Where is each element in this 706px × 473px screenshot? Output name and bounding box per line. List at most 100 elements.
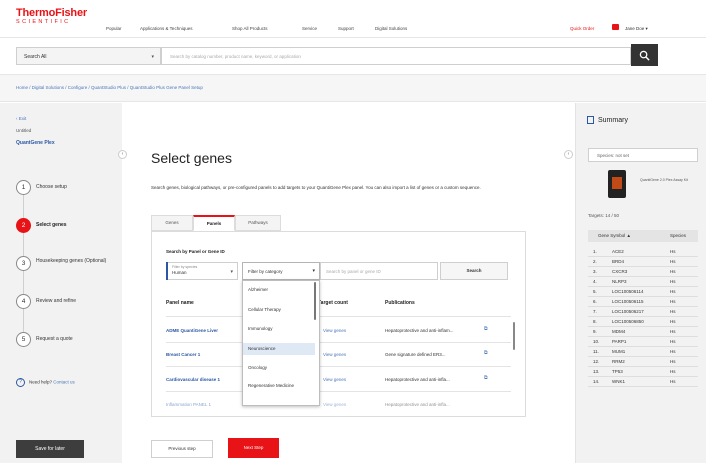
summary-title: Summary	[587, 116, 628, 124]
step-3-marker[interactable]: 3	[16, 256, 31, 271]
dropdown-option-oncology[interactable]: Oncology	[243, 365, 315, 371]
panel-search-label: Search by Panel or Gene ID	[166, 249, 225, 254]
previous-step-button[interactable]: Previous step	[151, 440, 213, 458]
step-4-label[interactable]: Review and refine	[36, 298, 116, 305]
dropdown-option-cellular-therapy[interactable]: Cellular Therapy	[243, 307, 315, 313]
step-5-label[interactable]: Request a quote	[36, 336, 116, 343]
tab-panels[interactable]: Panels	[193, 215, 235, 231]
dropdown-option-alzheimer[interactable]: Alzheimer	[243, 287, 315, 293]
publication-text: Gene signature defined ER3...	[385, 352, 446, 357]
gene-row-index: 5.	[593, 289, 597, 294]
dropdown-option-neuroscience[interactable]: Neuroscience	[243, 343, 315, 355]
nav-service[interactable]: Service	[302, 26, 317, 31]
category-filter-label: Filter by category	[248, 269, 283, 274]
panel-gene-search-input[interactable]: Search by panel or gene ID	[320, 262, 438, 280]
row-divider	[588, 256, 698, 257]
step-2-label[interactable]: Select genes	[36, 222, 116, 229]
gene-row-index: 13.	[593, 369, 600, 374]
top-navigation-bar	[0, 0, 706, 38]
step-4-marker[interactable]: 4	[16, 294, 31, 309]
gene-row-species: Hs	[670, 309, 676, 314]
next-step-button[interactable]: Next Step	[228, 438, 279, 458]
gene-row-index: 8.	[593, 319, 597, 324]
search-button[interactable]	[631, 44, 658, 66]
summary-table-header: Gene Symbol ▲ Species	[588, 230, 698, 242]
gene-row-index: 3.	[593, 269, 597, 274]
publication-text: Hepatoprotective and anti-inflam...	[385, 328, 454, 333]
step-1-label[interactable]: Choose setup	[36, 184, 116, 191]
nav-support[interactable]: Support	[338, 26, 354, 31]
category-filter-select[interactable]: Filter by category ▾	[242, 262, 320, 280]
category-dropdown-menu: Alzheimer Cellular Therapy Immunology Ne…	[242, 280, 320, 406]
step-2-marker[interactable]: 2	[16, 218, 31, 233]
gene-row-symbol: RRM2	[612, 359, 625, 364]
nav-applications[interactable]: Applications & Techniques	[140, 26, 192, 31]
panel-search-button[interactable]: Search	[440, 262, 508, 280]
panel-name-link[interactable]: Cardiovascular disease 1	[166, 377, 220, 382]
tab-pathways[interactable]: Pathways	[235, 215, 281, 231]
dropdown-scrollbar[interactable]	[314, 282, 316, 320]
collapse-summary-toggle[interactable]: ‹	[564, 150, 573, 159]
species-select[interactable]: Filter by species Human ▾	[166, 262, 238, 280]
gene-row-species: Hs	[670, 259, 676, 264]
logo-subtitle: SCIENTIFIC	[16, 19, 71, 25]
gene-row-species: Hs	[670, 329, 676, 334]
nav-shop-all[interactable]: Shop All Products	[232, 26, 268, 31]
publication-text: Hepatoprotective and anti-infla...	[385, 377, 450, 382]
step-1-marker[interactable]: 1	[16, 180, 31, 195]
help-text: Need help?	[29, 379, 53, 385]
collapse-sidebar-toggle[interactable]: ‹	[118, 150, 127, 159]
table-scrollbar[interactable]	[513, 322, 515, 350]
row-divider	[588, 326, 698, 327]
summary-species-select[interactable]: Species: not set	[588, 148, 698, 162]
row-divider	[588, 276, 698, 277]
document-icon	[587, 116, 594, 124]
row-divider	[588, 286, 698, 287]
steps-sidebar	[0, 103, 122, 463]
save-for-later-button[interactable]: Save for later	[16, 440, 84, 458]
row-divider	[588, 356, 698, 357]
column-header-panel-name[interactable]: Panel name	[166, 300, 194, 306]
external-link-icon[interactable]: ⧉	[484, 326, 488, 332]
breadcrumb[interactable]: Home / Digital Solutions / Configure / Q…	[0, 74, 706, 102]
dropdown-option-immunology[interactable]: Immunology	[243, 326, 315, 332]
user-name: Jane Doe	[625, 26, 645, 31]
site-search-input[interactable]: Search by catalog number, product name, …	[161, 47, 631, 65]
view-genes-link[interactable]: View genes	[323, 377, 346, 382]
nav-popular[interactable]: Popular	[106, 26, 122, 31]
column-header-target-count[interactable]: Target count	[318, 300, 348, 306]
row-divider	[588, 306, 698, 307]
gene-row-symbol: MDM4	[612, 329, 626, 334]
search-scope-value: Search All	[24, 54, 47, 60]
external-link-icon[interactable]: ⧉	[484, 375, 488, 381]
column-header-gene-symbol[interactable]: Gene Symbol ▲	[598, 233, 631, 238]
panel-name-link[interactable]: ADME QuantiGene Liver	[166, 328, 218, 333]
user-menu[interactable]: Jane Doe ▾	[625, 26, 648, 32]
view-genes-link[interactable]: View genes	[323, 352, 346, 357]
gene-row-species: Hs	[670, 249, 676, 254]
column-header-species[interactable]: Species	[670, 233, 686, 238]
nav-digital-solutions[interactable]: Digital Solutions	[375, 26, 407, 31]
quick-order-link[interactable]: Quick Order	[570, 26, 594, 31]
gene-row-symbol: NLRP3	[612, 279, 627, 284]
step-3-label[interactable]: Housekeeping genes (Optional)	[36, 258, 108, 265]
contact-us-link[interactable]: Contact us	[53, 380, 75, 385]
external-link-icon[interactable]: ⧉	[484, 350, 488, 356]
view-genes-link[interactable]: View genes	[323, 328, 346, 333]
tab-genes[interactable]: Genes	[151, 215, 193, 231]
exit-link[interactable]: ‹ Exit	[16, 116, 26, 121]
row-divider	[588, 376, 698, 377]
step-5-marker[interactable]: 5	[16, 332, 31, 347]
gene-row-index: 12.	[593, 359, 600, 364]
thermofisher-logo[interactable]: ThermoFisher SCIENTIFIC	[16, 8, 87, 26]
summary-title-text: Summary	[598, 116, 628, 124]
view-genes-link[interactable]: View genes	[323, 402, 346, 407]
panel-name-link[interactable]: Breast Cancer 1	[166, 352, 200, 357]
search-scope-select[interactable]: Search All ▾	[16, 47, 161, 65]
dropdown-option-regenerative-medicine[interactable]: Regenerative Medicine	[243, 383, 315, 389]
cart-icon[interactable]	[612, 24, 619, 30]
panel-name-link[interactable]: Inflammation PANEL 1	[166, 402, 211, 407]
gene-symbol-header-text: Gene Symbol	[598, 233, 626, 238]
chevron-left-icon: ‹	[567, 151, 570, 157]
gene-row-symbol: BRD4	[612, 259, 625, 264]
